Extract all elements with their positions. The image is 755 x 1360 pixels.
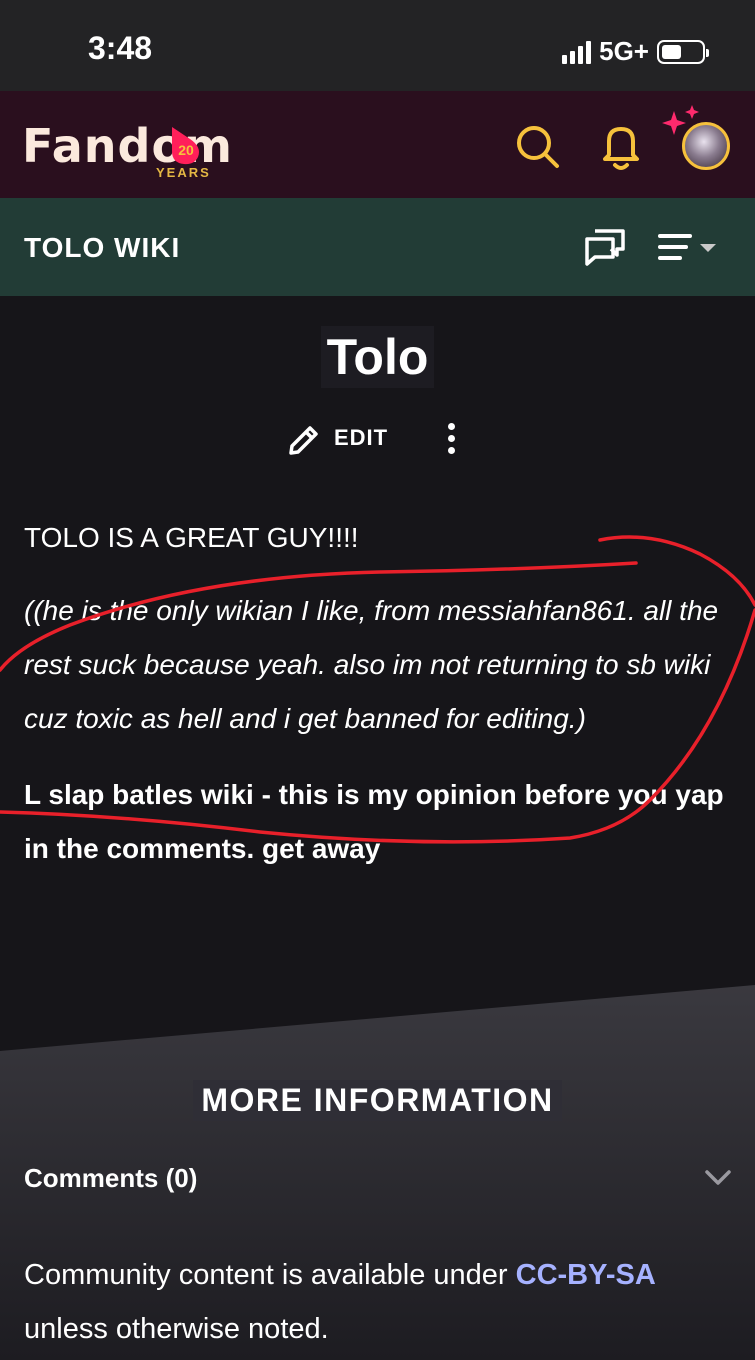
signal-icon	[562, 40, 592, 64]
edit-label: EDIT	[334, 425, 389, 450]
status-indicators: 5G+	[562, 36, 709, 67]
license-prefix: Community content is available under	[24, 1259, 516, 1291]
status-bar: 3:48 5G+	[0, 0, 755, 91]
edit-button[interactable]: EDIT	[286, 418, 388, 458]
status-time: 3:48	[88, 30, 153, 66]
page-title-container: Tolo	[0, 326, 755, 388]
wiki-menu-button[interactable]	[656, 226, 722, 268]
search-button[interactable]	[512, 121, 562, 171]
avatar[interactable]	[682, 122, 730, 170]
license-notice: Community content is available under CC-…	[24, 1248, 734, 1356]
wiki-header: TOLO WIKI	[0, 198, 755, 296]
kebab-dot	[447, 446, 455, 454]
kebab-dot	[447, 434, 455, 442]
discussions-icon	[585, 229, 625, 266]
discussions-button[interactable]	[580, 224, 630, 270]
comments-toggle[interactable]: Comments (0)	[24, 1156, 732, 1200]
notifications-button[interactable]	[598, 119, 644, 173]
fandom-logo[interactable]: Fandom 20 YEARS	[22, 113, 262, 183]
fandom-header: Fandom 20 YEARS	[0, 91, 755, 198]
more-actions-button[interactable]	[438, 418, 464, 458]
section-title: MORE INFORMATION	[193, 1080, 562, 1121]
chevron-down-icon	[705, 1170, 731, 1185]
menu-icon	[658, 234, 716, 260]
more-information-heading: MORE INFORMATION	[0, 1080, 755, 1121]
kebab-dot	[447, 422, 455, 430]
chevron-down-icon	[700, 244, 716, 252]
license-suffix: unless otherwise noted.	[24, 1313, 329, 1345]
logo-badge-number: 20	[178, 142, 194, 158]
page-title: Tolo	[320, 326, 435, 388]
bell-icon	[603, 127, 639, 170]
article-paragraph: TOLO IS A GREAT GUY!!!!	[24, 522, 359, 553]
logo-years: YEARS	[156, 165, 211, 180]
wiki-title[interactable]: TOLO WIKI	[24, 232, 180, 264]
article-content: TOLO IS A GREAT GUY!!!! ((he is the only…	[24, 512, 724, 876]
search-icon	[517, 126, 559, 168]
network-type: 5G+	[599, 36, 649, 66]
license-link[interactable]: CC-BY-SA	[516, 1259, 656, 1291]
comments-label: Comments (0)	[24, 1162, 198, 1193]
article-paragraph-bold: L slap batles wiki - this is my opinion …	[24, 779, 724, 864]
article-paragraph-italic: ((he is the only wikian I like, from mes…	[24, 595, 719, 734]
pencil-icon	[289, 426, 318, 455]
anniversary-flame-icon: 20	[172, 127, 199, 165]
battery-icon	[657, 39, 709, 64]
